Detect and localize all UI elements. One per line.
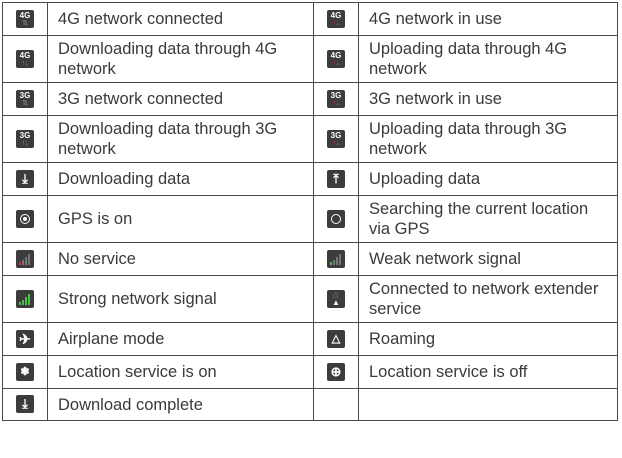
table-cell-label: Location service is on [47,355,314,389]
gps-on-icon [16,209,34,228]
upload-icon: ⤒ [327,169,345,188]
table-cell-icon [2,275,48,323]
table-cell-icon: 3G ↑↓ [313,82,359,116]
table-cell-label: Uploading data through 3G network [358,115,618,163]
table-cell-icon [313,242,359,276]
network-extender-icon: ⌂ ▲ [327,289,345,308]
table-cell-icon [313,195,359,243]
table-cell-label: Download complete [47,388,314,421]
weak-signal-icon [327,249,345,268]
table-cell-icon: 3G ↑↓ [313,115,359,163]
table-cell-label: Downloading data through 4G network [47,35,314,83]
table-cell-icon: 3G ⇅ [2,82,48,116]
table-cell-icon: ✈ [2,322,48,356]
location-on-icon: ✽ [16,362,34,381]
4g-in-use-icon: 4G ↑↓ [327,9,345,28]
4g-download-icon: 4G ↑↓ [16,49,34,68]
table-row: ⤓ Download complete [2,388,618,421]
table-cell-label: Downloading data through 3G network [47,115,314,163]
3g-download-icon: 3G ↑↓ [16,129,34,148]
strong-signal-icon [16,289,34,308]
table-cell-label: Weak network signal [358,242,618,276]
table-cell-icon [2,242,48,276]
table-cell-label: 4G network in use [358,2,618,36]
no-service-icon [16,249,34,268]
table-row: ✈ Airplane mode △ Roaming [2,322,618,356]
table-cell-icon: ⌂ ▲ [313,275,359,323]
roaming-icon: △ [327,329,345,348]
table-cell-icon: 4G ↑↓ [2,35,48,83]
4g-upload-icon: 4G ↑↓ [327,49,345,68]
table-cell-icon-empty [313,388,359,421]
table-row: Strong network signal ⌂ ▲ Connected to n… [2,275,618,323]
table-row: 4G ⇅ 4G network connected 4G ↑↓ 4G netwo… [2,2,618,36]
table-row: 3G ⇅ 3G network connected 3G ↑↓ 3G netwo… [2,82,618,116]
table-cell-label: Downloading data [47,162,314,196]
table-cell-label: 3G network connected [47,82,314,116]
table-cell-label: Airplane mode [47,322,314,356]
3g-connected-icon: 3G ⇅ [16,89,34,108]
table-cell-icon [2,195,48,243]
table-row: 4G ↑↓ Downloading data through 4G networ… [2,35,618,83]
table-cell-icon: ⤓ [2,388,48,421]
table-row: ✽ Location service is on ⊕ Location serv… [2,355,618,389]
table-cell-icon: 4G ↑↓ [313,35,359,83]
table-row: No service Weak network signal [2,242,618,276]
location-off-icon: ⊕ [327,362,345,381]
table-cell-label: Uploading data through 4G network [358,35,618,83]
gps-searching-icon [327,209,345,228]
table-cell-label: 4G network connected [47,2,314,36]
table-row: 3G ↑↓ Downloading data through 3G networ… [2,115,618,163]
table-cell-label: Location service is off [358,355,618,389]
3g-in-use-icon: 3G ↑↓ [327,89,345,108]
table-cell-icon: ⤒ [313,162,359,196]
download-complete-icon: ⤓ [16,395,34,414]
table-cell-icon: △ [313,322,359,356]
table-cell-label: Uploading data [358,162,618,196]
table-cell-icon: ⤓ [2,162,48,196]
download-icon: ⤓ [16,169,34,188]
table-cell-label: Connected to network extender service [358,275,618,323]
table-cell-label: No service [47,242,314,276]
3g-upload-icon: 3G ↑↓ [327,129,345,148]
airplane-mode-icon: ✈ [16,329,34,348]
table-cell-icon: ⊕ [313,355,359,389]
status-icon-table: 4G ⇅ 4G network connected 4G ↑↓ 4G netwo… [2,2,618,421]
table-cell-label-empty [358,388,618,421]
table-cell-icon: 3G ↑↓ [2,115,48,163]
table-cell-label: Roaming [358,322,618,356]
table-cell-label: 3G network in use [358,82,618,116]
table-cell-icon: ✽ [2,355,48,389]
table-cell-icon: 4G ⇅ [2,2,48,36]
table-cell-label: GPS is on [47,195,314,243]
table-row: ⤓ Downloading data ⤒ Uploading data [2,162,618,196]
table-cell-label: Searching the current location via GPS [358,195,618,243]
table-cell-icon: 4G ↑↓ [313,2,359,36]
table-cell-label: Strong network signal [47,275,314,323]
4g-connected-icon: 4G ⇅ [16,9,34,28]
table-row: GPS is on Searching the current location… [2,195,618,243]
